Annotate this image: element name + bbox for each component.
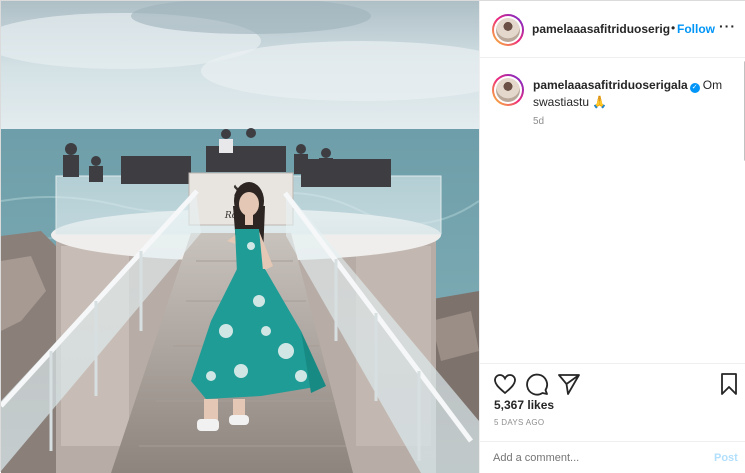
heart-icon[interactable] (493, 372, 517, 396)
comments-section: pamelaaasafitriduoserigala ✓ Om swastiastu… (480, 58, 745, 363)
post-photo-illustration: ℵ Rock B (1, 1, 479, 473)
add-comment-bar: Post (480, 441, 745, 473)
caption-time: 5d (533, 116, 545, 127)
likes-count[interactable]: 5,367 likes (494, 398, 554, 412)
avatar[interactable] (492, 14, 524, 46)
share-icon[interactable] (557, 372, 581, 396)
comment-input[interactable] (493, 452, 693, 464)
post-photo[interactable]: ℵ Rock B (1, 1, 479, 473)
header-dot: • (671, 21, 676, 35)
verified-badge-icon: ✓ (689, 83, 700, 93)
instagram-post: ℵ Rock B (0, 0, 745, 473)
more-horizontal-icon[interactable]: ··· (719, 18, 736, 34)
bookmark-icon[interactable] (717, 372, 741, 396)
praying-hands-emoji: 🙏 (592, 95, 608, 109)
post-side-panel: pamelaaasafitriduoserigal • Follow ··· p… (479, 1, 745, 473)
caption-username[interactable]: pamelaaasafitriduoserigala (533, 78, 688, 92)
post-header: pamelaaasafitriduoserigal • Follow ··· (480, 1, 745, 58)
follow-button[interactable]: Follow (677, 22, 715, 36)
header-username[interactable]: pamelaaasafitriduoserigal (532, 22, 670, 36)
post-timestamp: 5 DAYS AGO (494, 418, 545, 427)
caption-avatar[interactable] (492, 74, 524, 106)
caption: pamelaaasafitriduoserigala ✓ Om swastiastu… (533, 77, 733, 111)
post-comment-button[interactable]: Post (714, 452, 738, 464)
comment-icon[interactable] (525, 372, 549, 396)
